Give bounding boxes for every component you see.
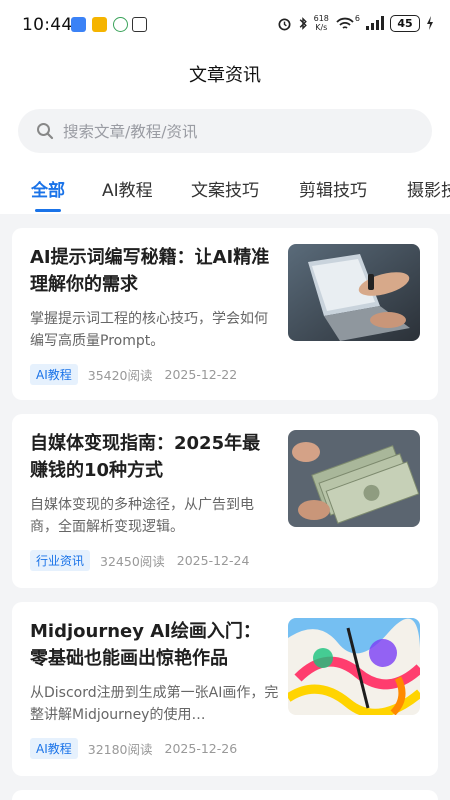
app-notification-icon [71,17,86,32]
search-icon [37,123,54,140]
article-meta: AI教程 35420阅读 2025-12-22 [30,364,237,385]
article-date: 2025-12-22 [164,367,238,382]
article-reads: 32180阅读 [87,742,153,757]
article-title: AI提示词编写秘籍：让AI精准理解你的需求 [30,247,270,295]
article-tag: AI教程 [30,364,78,385]
article-meta: 行业资讯 32450阅读 2025-12-24 [30,550,249,571]
search-placeholder: 搜索文章/教程/资讯 [63,123,198,141]
article-card[interactable]: AI提示词编写秘籍：让AI精准理解你的需求 掌握提示词工程的核心技巧，学会如何编… [12,228,438,400]
tab-photography[interactable]: 摄影技 [407,176,450,201]
bluetooth-icon [299,16,307,30]
charging-icon [427,16,433,30]
article-description: 自媒体变现的多种途径，从广告到电商，全面解析变现逻辑。 [30,497,254,535]
wifi-label: 6 [354,13,360,23]
laptop-hands-image [288,244,420,341]
article-title: 自媒体变现指南：2025年最赚钱的10种方式 [30,433,261,481]
nfc-icon [132,17,147,32]
article-reads: 32450阅读 [100,554,165,569]
mail-notification-icon [92,17,107,32]
article-tag: AI教程 [30,738,78,759]
status-time: 10:44 [22,15,73,35]
wifi-icon [336,17,354,29]
chat-notification-icon [113,17,128,32]
alarm-icon [278,17,291,30]
tab-all[interactable]: 全部 [31,176,65,201]
article-reads: 35420阅读 [87,368,153,383]
article-card[interactable]: Midjourney AI绘画入门：零基础也能画出惊艳作品 从Discord注册… [12,602,438,776]
cash-money-image [288,430,420,527]
colorful-painting-image [288,618,420,715]
status-bar: 10:44 618 K/s 6 45 [0,0,450,52]
active-tab-indicator [35,209,61,212]
signal-icon [366,16,384,30]
article-meta: AI教程 32180阅读 2025-12-26 [30,738,237,759]
article-card[interactable]: 自媒体变现指南：2025年最赚钱的10种方式 自媒体变现的多种途径，从广告到电商… [12,414,438,588]
article-description: 从Discord注册到生成第一张AI画作，完整讲解Midjourney的使用… [30,685,279,723]
battery-indicator: 45 [390,14,420,32]
page-title: 文章资讯 [189,65,261,86]
network-speed: 618 K/s [313,14,329,32]
tab-ai-tutorial[interactable]: AI教程 [102,176,153,201]
article-date: 2025-12-26 [164,741,238,756]
article-card-partial[interactable] [12,790,438,800]
article-description: 掌握提示词工程的核心技巧，学会如何编写高质量Prompt。 [30,311,268,349]
tab-copywriting[interactable]: 文案技巧 [191,176,259,201]
tab-editing[interactable]: 剪辑技巧 [299,176,367,201]
article-title: Midjourney AI绘画入门：零基础也能画出惊艳作品 [30,621,261,669]
header-area: 10:44 618 K/s 6 45 文章资讯 搜索文章/教程/资讯 全部 AI… [0,0,450,214]
search-input[interactable]: 搜索文章/教程/资讯 [18,109,432,153]
status-right: 618 K/s 6 45 [277,14,434,32]
article-date: 2025-12-24 [176,553,250,568]
category-tabs: 全部 AI教程 文案技巧 剪辑技巧 摄影技 [0,176,450,214]
article-tag: 行业资讯 [30,550,91,571]
